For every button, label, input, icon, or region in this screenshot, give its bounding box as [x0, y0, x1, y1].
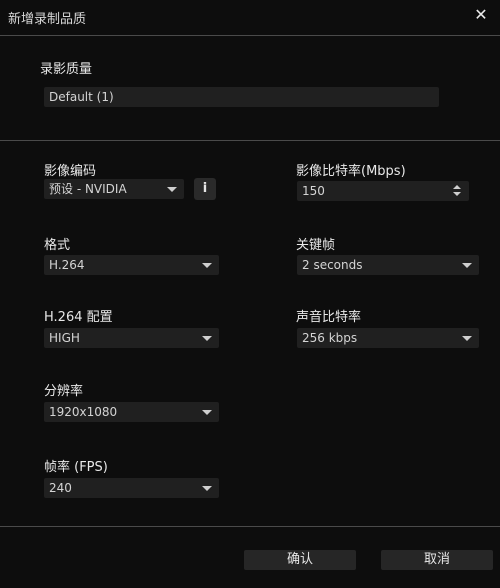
chevron-down-icon: [167, 187, 177, 192]
chevron-down-icon: [202, 336, 212, 341]
fps-select[interactable]: 240: [44, 478, 219, 498]
encoder-select-value: 预设 - NVIDIA: [49, 182, 127, 196]
spin-down-icon[interactable]: [453, 192, 461, 196]
confirm-button[interactable]: 确认: [244, 550, 356, 570]
chevron-down-icon: [202, 263, 212, 268]
resolution-select-value: 1920x1080: [49, 405, 118, 419]
bitrate-stepper[interactable]: 150: [297, 181, 469, 201]
chevron-down-icon: [462, 336, 472, 341]
encoder-select[interactable]: 预设 - NVIDIA: [44, 179, 184, 199]
format-select-value: H.264: [49, 258, 85, 272]
fps-label: 帧率 (FPS): [44, 460, 108, 475]
keyframe-select[interactable]: 2 seconds: [297, 255, 479, 275]
close-icon[interactable]: ✕: [472, 6, 490, 24]
audio-bitrate-label: 声音比特率: [296, 310, 362, 325]
profile-select-value: HIGH: [49, 331, 80, 345]
title-bar: 新增录制品质 ✕: [0, 0, 500, 34]
chevron-down-icon: [462, 263, 472, 268]
encoder-label: 影像编码: [44, 164, 97, 179]
resolution-label: 分辨率: [44, 384, 84, 399]
chevron-down-icon: [202, 486, 212, 491]
keyframe-label: 关键帧: [296, 238, 336, 253]
spin-up-icon[interactable]: [453, 185, 461, 189]
divider-middle: [0, 140, 500, 141]
divider-top: [0, 35, 500, 36]
bitrate-value: 150: [302, 184, 325, 198]
fps-select-value: 240: [49, 481, 72, 495]
keyframe-select-value: 2 seconds: [302, 258, 363, 272]
audio-bitrate-select[interactable]: 256 kbps: [297, 328, 479, 348]
cancel-button[interactable]: 取消: [381, 550, 493, 570]
divider-bottom: [0, 526, 500, 527]
chevron-down-icon: [202, 410, 212, 415]
window-title: 新增录制品质: [8, 12, 87, 27]
resolution-select[interactable]: 1920x1080: [44, 402, 219, 422]
profile-label: H.264 配置: [44, 310, 113, 325]
audio-bitrate-select-value: 256 kbps: [302, 331, 358, 345]
profile-select[interactable]: HIGH: [44, 328, 219, 348]
format-select[interactable]: H.264: [44, 255, 219, 275]
quality-name-input[interactable]: Default (1): [44, 87, 439, 107]
format-label: 格式: [44, 238, 71, 253]
encoder-info-button[interactable]: i: [194, 178, 216, 200]
quality-label: 录影质量: [40, 62, 93, 77]
bitrate-label: 影像比特率(Mbps): [296, 164, 406, 179]
